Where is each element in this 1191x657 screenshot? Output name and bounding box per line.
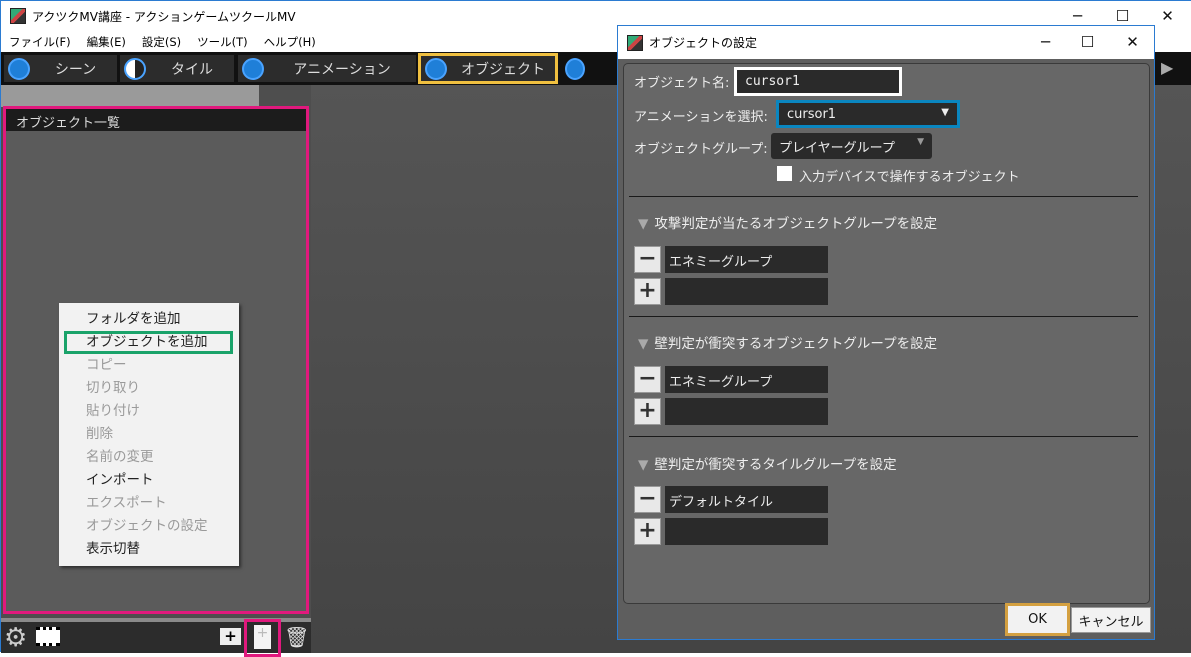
collapse-triangle-icon: ▼ <box>638 457 649 473</box>
scene-icon <box>8 57 30 80</box>
window-title: アクツクMV講座 - アクションゲームツクールMV <box>32 9 296 24</box>
tab-object[interactable]: オブジェクト <box>418 53 558 84</box>
object-list-title: オブジェクト一覧 <box>6 109 306 131</box>
tile-icon <box>124 57 146 80</box>
new-file-icon: + <box>254 625 271 649</box>
group-item[interactable]: エネミーグループ <box>665 366 828 393</box>
gear-icon[interactable]: ⚙ <box>4 623 27 653</box>
menu-tools[interactable]: ツール(T) <box>197 34 248 50</box>
menu-item-add-folder[interactable]: フォルダを追加 <box>59 308 239 331</box>
tab-scene[interactable]: シーン <box>3 54 118 83</box>
input-device-checkbox[interactable] <box>777 166 792 181</box>
menu-item-add-object[interactable]: オブジェクトを追加 <box>64 331 233 354</box>
remove-group-button[interactable]: − <box>634 246 661 273</box>
menu-item-import[interactable]: インポート <box>59 469 239 492</box>
divider <box>629 196 1138 197</box>
collapse-triangle-icon: ▼ <box>638 336 649 352</box>
object-group-select[interactable]: プレイヤーグループ ▼ <box>771 133 932 159</box>
object-group-value: プレイヤーグループ <box>779 141 895 156</box>
object-group-label: オブジェクトグループ: <box>634 142 768 157</box>
tab-layers[interactable] <box>561 54 589 83</box>
dialog-minimize-button[interactable]: ─ <box>1023 27 1068 57</box>
app-icon <box>10 8 26 24</box>
add-group-button[interactable]: + <box>634 398 661 425</box>
layers-icon <box>565 57 585 80</box>
object-name-label: オブジェクト名: <box>634 76 730 91</box>
input-device-label: 入力デバイスで操作するオブジェクト <box>799 170 1020 185</box>
menu-edit[interactable]: 編集(E) <box>87 34 126 50</box>
panel-strip <box>1 85 259 107</box>
dialog-close-button[interactable]: ✕ <box>1110 27 1155 57</box>
menu-item-copy: コピー <box>86 357 127 373</box>
group-item-empty[interactable] <box>665 278 828 305</box>
chevron-down-icon: ▼ <box>917 137 924 147</box>
collapse-triangle-icon: ▼ <box>638 216 649 232</box>
group-item-empty[interactable] <box>665 398 828 425</box>
menu-file[interactable]: ファイル(F) <box>9 34 71 50</box>
object-settings-dialog: オブジェクトの設定 ─ ☐ ✕ オブジェクト名: cursor1 アニメーション… <box>617 25 1155 640</box>
menu-item-object-settings: オブジェクトの設定 <box>86 518 208 534</box>
add-group-button[interactable]: + <box>634 278 661 305</box>
dialog-panel: オブジェクト名: cursor1 アニメーションを選択: cursor1 ▼ オブ… <box>623 63 1150 604</box>
animation-select-label: アニメーションを選択: <box>634 110 768 125</box>
scroll-right-icon[interactable]: ▶ <box>1161 58 1173 77</box>
animation-select-value: cursor1 <box>787 107 837 122</box>
ok-button[interactable]: OK <box>1005 603 1070 636</box>
dialog-maximize-button[interactable]: ☐ <box>1065 27 1110 57</box>
object-icon <box>425 57 447 80</box>
section-wall-tile-groups-header[interactable]: ▼ 壁判定が衝突するタイルグループを設定 <box>638 453 897 473</box>
context-menu: フォルダを追加 オブジェクトを追加 コピー 切り取り 貼り付け 削除 名前の変更… <box>59 303 239 566</box>
film-icon[interactable] <box>36 627 60 646</box>
divider <box>629 316 1138 317</box>
bottom-toolbar: ⚙ + + 🗑 <box>1 618 311 657</box>
menu-item-cut: 切り取り <box>86 380 140 396</box>
add-object-button[interactable]: + <box>244 619 281 657</box>
chevron-down-icon: ▼ <box>941 107 949 118</box>
section-wall-object-groups-header[interactable]: ▼ 壁判定が衝突するオブジェクトグループを設定 <box>638 332 937 352</box>
group-item[interactable]: デフォルトタイル <box>665 486 828 513</box>
tab-tile[interactable]: タイル <box>119 54 235 83</box>
divider <box>629 436 1138 437</box>
menu-item-export: エクスポート <box>86 495 167 511</box>
remove-group-button[interactable]: − <box>634 486 661 513</box>
animation-select[interactable]: cursor1 ▼ <box>776 100 960 128</box>
menu-settings[interactable]: 設定(S) <box>142 34 181 50</box>
dialog-title-bar: オブジェクトの設定 ─ ☐ ✕ <box>618 26 1154 59</box>
menu-help[interactable]: ヘルプ(H) <box>264 34 316 50</box>
object-name-input[interactable]: cursor1 <box>734 67 902 96</box>
section-attack-groups-header[interactable]: ▼ 攻撃判定が当たるオブジェクトグループを設定 <box>638 212 937 232</box>
app-icon <box>627 34 643 51</box>
menu-item-rename: 名前の変更 <box>86 449 154 465</box>
dialog-title: オブジェクトの設定 <box>649 36 758 50</box>
tab-animation[interactable]: アニメーション <box>237 54 417 83</box>
cancel-button[interactable]: キャンセル <box>1071 607 1151 633</box>
group-item-empty[interactable] <box>665 518 828 545</box>
trash-icon[interactable]: 🗑 <box>284 625 309 649</box>
menu-item-delete: 削除 <box>86 426 113 442</box>
add-folder-icon[interactable]: + <box>220 628 241 645</box>
menu-item-paste: 貼り付け <box>86 403 140 419</box>
add-group-button[interactable]: + <box>634 518 661 545</box>
remove-group-button[interactable]: − <box>634 366 661 393</box>
menu-item-toggle-view[interactable]: 表示切替 <box>59 538 239 561</box>
group-item[interactable]: エネミーグループ <box>665 246 828 273</box>
animation-icon <box>242 57 264 80</box>
